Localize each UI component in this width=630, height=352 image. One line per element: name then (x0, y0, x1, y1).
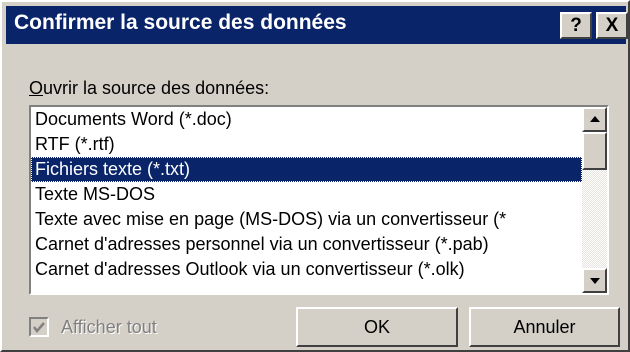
list-items: Documents Word (*.doc) RTF (*.rtf) Fichi… (31, 107, 582, 293)
ok-button[interactable]: OK (296, 307, 458, 347)
list-item[interactable]: Texte MS-DOS (31, 182, 582, 207)
vertical-scrollbar[interactable] (582, 107, 607, 293)
label-mnemonic: O (29, 78, 44, 98)
list-item[interactable]: Carnet d'adresses Outlook via un convert… (31, 257, 582, 282)
show-all-option: Afficher tout (29, 315, 157, 339)
cancel-button[interactable]: Annuler (469, 307, 620, 347)
help-button[interactable]: ? (560, 12, 592, 39)
arrow-up-icon (590, 116, 600, 122)
list-item-selected[interactable]: Fichiers texte (*.txt) (31, 157, 582, 182)
title-bar[interactable]: Confirmer la source des données ? X (6, 6, 628, 44)
data-source-list[interactable]: Documents Word (*.doc) RTF (*.rtf) Fichi… (29, 105, 609, 295)
list-item[interactable]: Carnet d'adresses personnel via un conve… (31, 232, 582, 257)
arrow-down-icon (590, 278, 600, 284)
label-text: uvrir la source des données: (43, 78, 270, 98)
list-item[interactable]: RTF (*.rtf) (31, 132, 582, 157)
dialog-title: Confirmer la source des données (14, 11, 347, 34)
show-all-label: Afficher tout (61, 316, 157, 337)
scroll-thumb[interactable] (582, 132, 607, 170)
confirm-data-source-dialog: Confirmer la source des données ? X Ouvr… (0, 0, 630, 352)
close-button[interactable]: X (596, 12, 628, 39)
scroll-down-button[interactable] (582, 268, 607, 293)
list-item[interactable]: Texte avec mise en page (MS-DOS) via un … (31, 207, 582, 232)
show-all-checkbox[interactable] (29, 317, 49, 337)
open-source-label: Ouvrir la source des données: (29, 78, 269, 99)
list-item[interactable]: Documents Word (*.doc) (31, 107, 582, 132)
checkmark-icon (33, 322, 45, 333)
scroll-up-button[interactable] (582, 107, 607, 132)
